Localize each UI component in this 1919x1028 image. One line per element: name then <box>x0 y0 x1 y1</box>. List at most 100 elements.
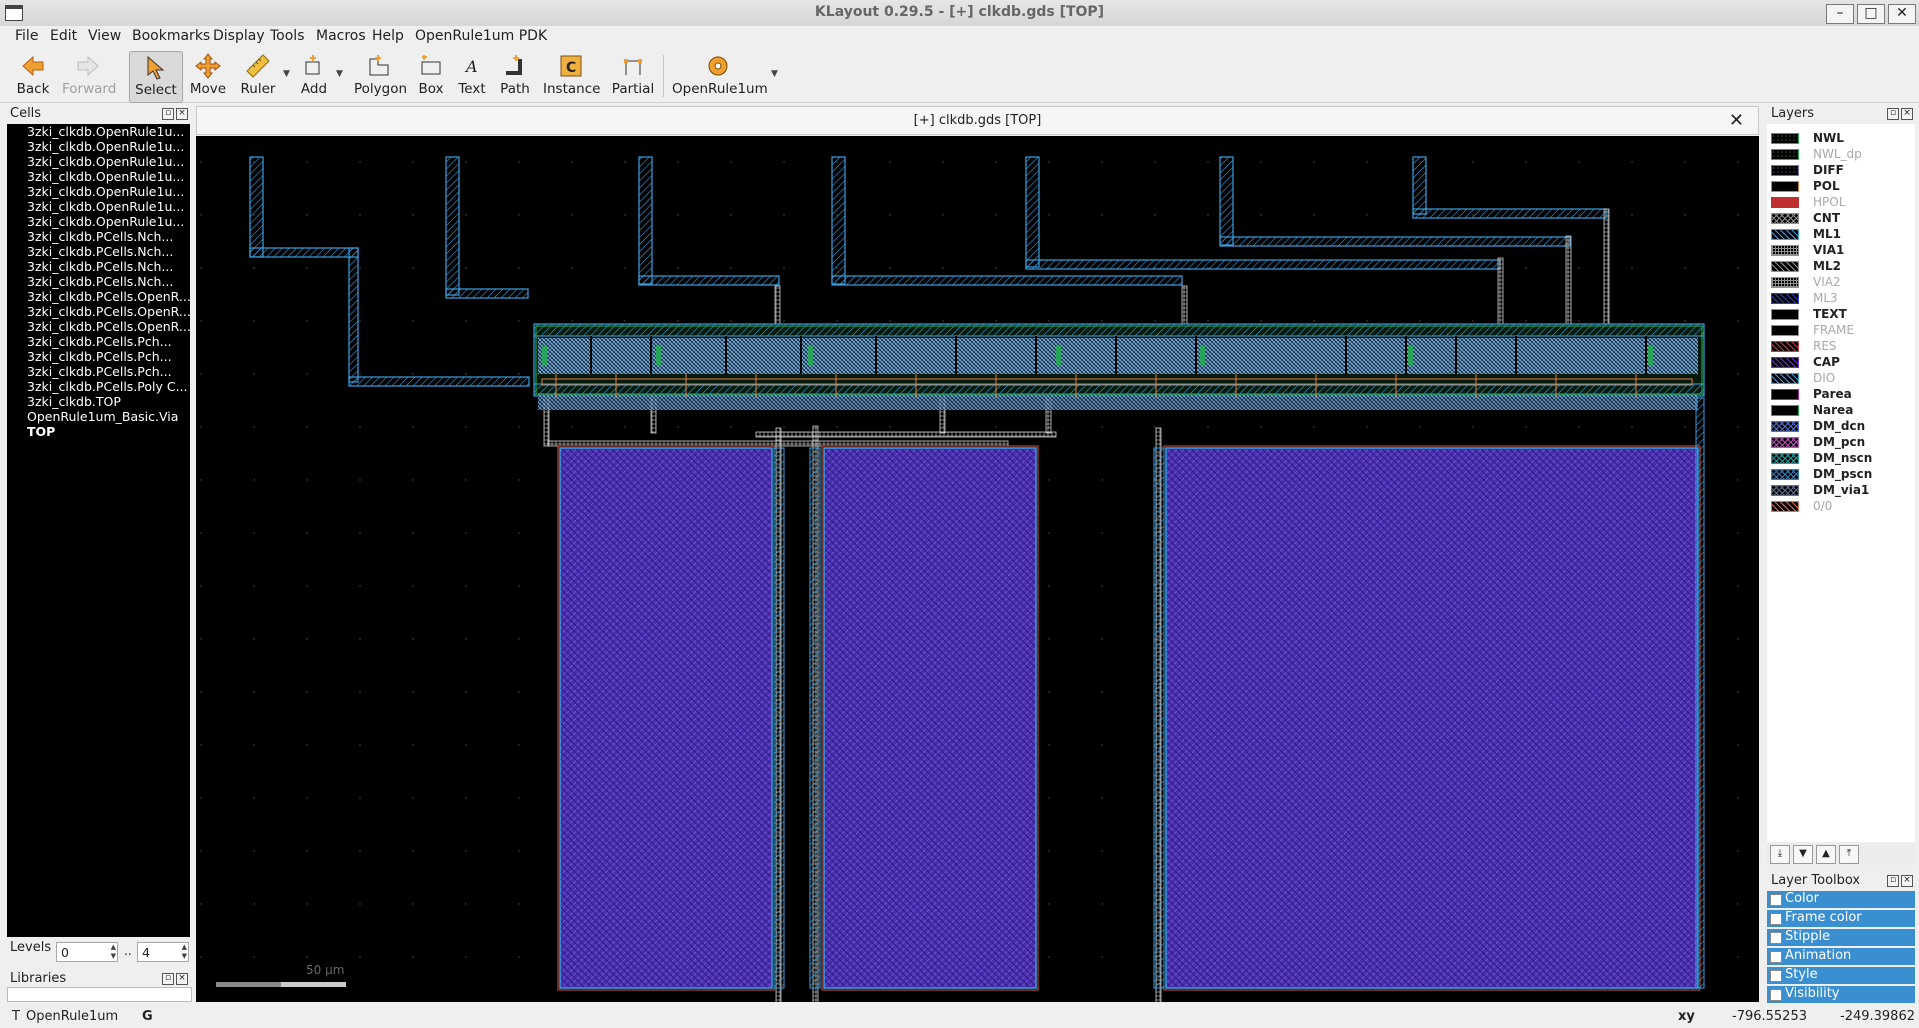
layer-list[interactable]: NWL NWL_dp DIFF POL HPOL CNT ML1 VIA1 ML2 VIA2 ML3… <box>1767 124 1915 842</box>
close-icon[interactable]: × <box>176 973 188 985</box>
layout-canvas[interactable]: 50 μm <box>196 136 1759 1002</box>
openrule-dropdown-icon[interactable]: ▼ <box>771 69 778 79</box>
cell-item[interactable]: 3zki_clkdb.PCells.OpenR... <box>27 304 190 319</box>
cell-item[interactable]: 3zki_clkdb.PCells.Poly C... <box>27 379 188 394</box>
cell-item[interactable]: 3zki_clkdb.OpenRule1u... <box>27 199 184 214</box>
toolbox-visibility[interactable]: Visibility <box>1767 986 1915 1003</box>
polygon-tool[interactable]: Polygon <box>354 51 407 101</box>
menu-pdk[interactable]: OpenRule1um PDK <box>415 28 547 44</box>
y-coordinate: -249.39862 <box>1840 1009 1915 1024</box>
scale-bar <box>216 982 346 987</box>
toolbox-frame-color[interactable]: Frame color <box>1767 910 1915 927</box>
layer-swatch-icon <box>1771 453 1799 464</box>
layer-swatch-icon <box>1771 197 1799 208</box>
add-tool[interactable]: Add <box>298 51 330 101</box>
view-title: [+] clkdb.gds [TOP] <box>913 113 1042 128</box>
spin-arrows-icon[interactable]: ▲ ▼ <box>182 943 187 961</box>
partial-tool[interactable]: Partial <box>611 51 655 101</box>
close-icon[interactable]: × <box>1901 875 1913 887</box>
status-bar: T OpenRule1um G xy -796.55253 -249.39862 <box>0 1004 1919 1028</box>
mode-indicator: T <box>12 1009 20 1024</box>
cell-item[interactable]: 3zki_clkdb.PCells.OpenR... <box>27 319 190 334</box>
level-to-spinbox[interactable]: 4 ▲ ▼ <box>137 942 189 962</box>
cell-item[interactable]: 3zki_clkdb.OpenRule1u... <box>27 124 184 139</box>
move-down-icon[interactable]: ▼ <box>1793 845 1813 864</box>
menu-file[interactable]: File <box>15 28 38 44</box>
text-tool[interactable]: A Text <box>456 51 488 101</box>
cell-item[interactable]: 3zki_clkdb.PCells.Nch... <box>27 274 173 289</box>
path-tool[interactable]: Path <box>498 51 532 101</box>
ruler-tool[interactable]: Ruler <box>238 51 278 101</box>
cell-item[interactable]: 3zki_clkdb.PCells.Pch... <box>27 349 172 364</box>
menu-edit[interactable]: Edit <box>50 28 77 44</box>
openrule-pdk-button[interactable]: OpenRule1um <box>672 51 768 101</box>
cell-item[interactable]: 3zki_clkdb.TOP <box>27 394 121 409</box>
layer-swatch-icon <box>1771 293 1799 304</box>
close-window-button[interactable]: ✕ <box>1888 4 1916 24</box>
toolbox-stipple[interactable]: Stipple <box>1767 929 1915 946</box>
layer-name: VIA2 <box>1813 275 1841 289</box>
cell-tree[interactable]: 3zki_clkdb.OpenRule1u... 3zki_clkdb.Open… <box>7 124 190 937</box>
cell-item[interactable]: 3zki_clkdb.PCells.Pch... <box>27 334 172 349</box>
toolbox-color[interactable]: Color <box>1767 891 1915 908</box>
cell-item[interactable]: 3zki_clkdb.PCells.Nch... <box>27 259 173 274</box>
menu-help[interactable]: Help <box>372 28 404 44</box>
cell-item[interactable]: 3zki_clkdb.PCells.Pch... <box>27 364 172 379</box>
instance-tool[interactable]: C Instance <box>543 51 600 101</box>
close-view-icon[interactable]: ✕ <box>1729 110 1744 131</box>
cell-item[interactable]: 3zki_clkdb.PCells.Nch... <box>27 229 173 244</box>
float-icon[interactable]: ▫ <box>1887 108 1899 120</box>
move-to-top-icon[interactable]: ⤒ <box>1839 845 1859 864</box>
menu-tools[interactable]: Tools <box>270 28 305 44</box>
cell-item[interactable]: 3zki_clkdb.OpenRule1u... <box>27 169 184 184</box>
add-dropdown-icon[interactable]: ▼ <box>336 69 343 79</box>
expand-icon[interactable] <box>1770 989 1782 1001</box>
float-icon[interactable]: ▫ <box>162 973 174 985</box>
box-tool[interactable]: Box <box>415 51 447 101</box>
layer-swatch-icon <box>1771 165 1799 176</box>
expand-icon[interactable] <box>1770 913 1782 925</box>
expand-icon[interactable] <box>1770 970 1782 982</box>
toolbox-animation[interactable]: Animation <box>1767 948 1915 965</box>
expand-icon[interactable] <box>1770 932 1782 944</box>
cell-item[interactable]: OpenRule1um_Basic.Via <box>27 409 178 424</box>
minimize-button[interactable]: – <box>1826 4 1854 24</box>
menu-bookmarks[interactable]: Bookmarks <box>132 28 210 44</box>
cell-item[interactable]: 3zki_clkdb.OpenRule1u... <box>27 154 184 169</box>
select-tool[interactable]: Select <box>129 51 183 103</box>
move-to-bottom-icon[interactable]: ⤓ <box>1770 845 1790 864</box>
toolbox-style[interactable]: Style <box>1767 967 1915 984</box>
cell-item[interactable]: 3zki_clkdb.OpenRule1u... <box>27 139 184 154</box>
menu-macros[interactable]: Macros <box>316 28 366 44</box>
layer-toolbox-title: Layer Toolbox <box>1771 873 1861 888</box>
layer-name: ML2 <box>1813 259 1841 273</box>
cell-item[interactable]: 3zki_clkdb.PCells.Nch... <box>27 244 173 259</box>
level-from-spinbox[interactable]: 0 ▲ ▼ <box>56 942 118 962</box>
layer-name: DM_pcn <box>1813 435 1866 449</box>
library-selector[interactable] <box>7 987 192 1002</box>
cell-item-top[interactable]: TOP <box>27 424 55 439</box>
expand-icon[interactable] <box>1770 951 1782 963</box>
cell-item[interactable]: 3zki_clkdb.OpenRule1u... <box>27 184 184 199</box>
menu-display[interactable]: Display <box>213 28 265 44</box>
close-icon[interactable]: × <box>176 108 188 120</box>
layer-name: DM_nscn <box>1813 451 1873 465</box>
ruler-dropdown-icon[interactable]: ▼ <box>283 69 290 79</box>
back-button[interactable]: Back <box>12 51 54 101</box>
layer-name: HPOL <box>1813 195 1846 209</box>
close-icon[interactable]: × <box>1901 108 1913 120</box>
layers-panel-header: Layers ▫ × <box>1771 106 1915 124</box>
spin-arrows-icon[interactable]: ▲ ▼ <box>111 943 116 961</box>
cell-item[interactable]: 3zki_clkdb.OpenRule1u... <box>27 214 184 229</box>
move-up-icon[interactable]: ▲ <box>1816 845 1836 864</box>
layer-name: RES <box>1813 339 1837 353</box>
layer-name: Parea <box>1813 387 1852 401</box>
float-icon[interactable]: ▫ <box>1887 875 1899 887</box>
forward-button[interactable]: Forward <box>62 51 116 101</box>
expand-icon[interactable] <box>1770 894 1782 906</box>
menu-view[interactable]: View <box>88 28 121 44</box>
cell-item[interactable]: 3zki_clkdb.PCells.OpenR... <box>27 289 190 304</box>
float-icon[interactable]: ▫ <box>162 108 174 120</box>
maximize-button[interactable]: □ <box>1857 4 1885 24</box>
move-tool[interactable]: Move <box>188 51 228 101</box>
